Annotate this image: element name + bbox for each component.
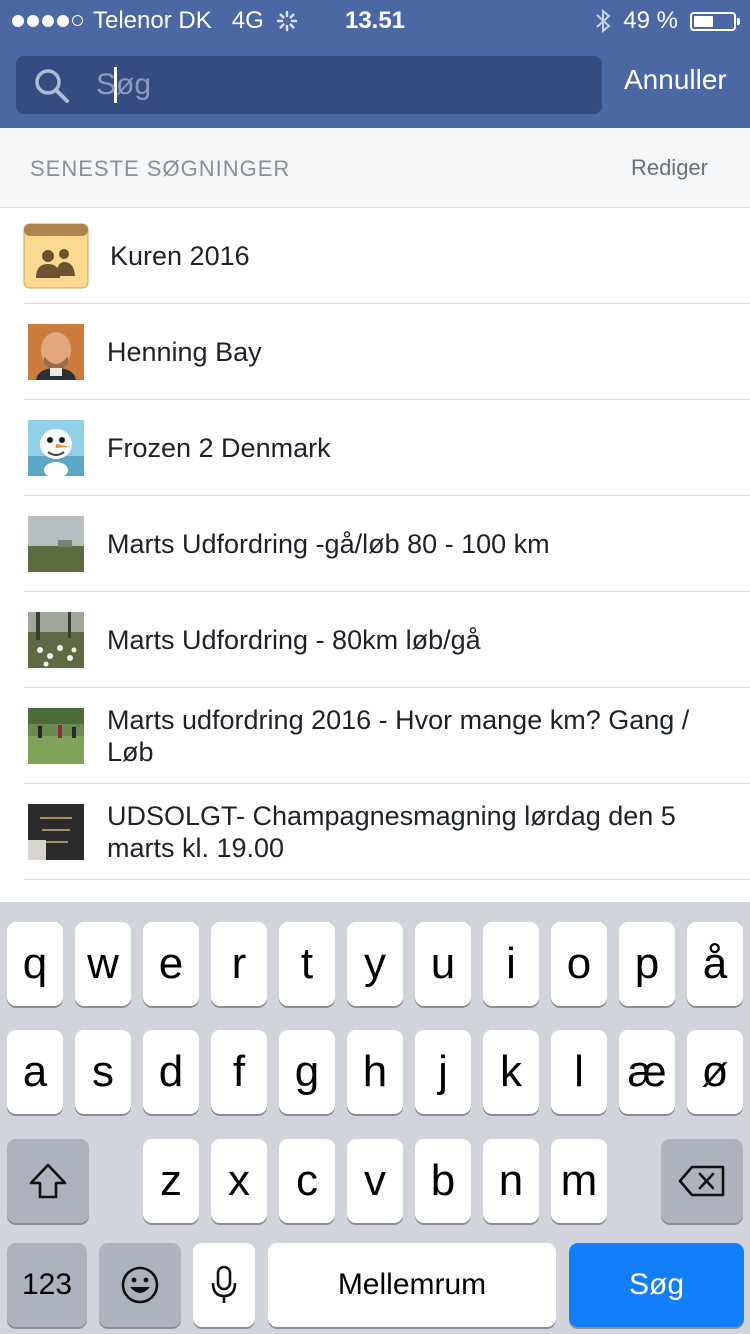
champagne-photo bbox=[28, 804, 84, 860]
key-k[interactable]: k bbox=[483, 1030, 539, 1114]
backspace-icon bbox=[678, 1165, 725, 1197]
item-label: Henning Bay bbox=[107, 337, 262, 367]
edit-button[interactable]: Rediger bbox=[631, 155, 708, 181]
cancel-button[interactable]: Annuller bbox=[624, 64, 727, 96]
list-item[interactable]: Marts udfordring 2016 - Hvor mange km? G… bbox=[0, 688, 750, 784]
profile-photo bbox=[28, 324, 84, 380]
list-item[interactable]: UDSOLGT- Champagnesmagning lørdag den 5 … bbox=[0, 784, 750, 880]
group-icon bbox=[22, 222, 90, 290]
divider bbox=[24, 879, 750, 880]
key-d[interactable]: d bbox=[143, 1030, 199, 1114]
key-p[interactable]: p bbox=[619, 922, 675, 1006]
field-photo bbox=[28, 516, 84, 572]
item-label: Kuren 2016 bbox=[110, 241, 250, 271]
recent-searches-header: SENESTE SØGNINGER Rediger bbox=[0, 128, 750, 208]
recent-searches-list: Kuren 2016 Henning Bay Frozen 2 Denmark … bbox=[0, 208, 750, 880]
key-m[interactable]: m bbox=[551, 1139, 607, 1223]
key-q[interactable]: q bbox=[7, 922, 63, 1006]
key-f[interactable]: f bbox=[211, 1030, 267, 1114]
key-j[interactable]: j bbox=[415, 1030, 471, 1114]
space-key[interactable]: Mellemrum bbox=[268, 1243, 556, 1327]
dictation-key[interactable] bbox=[193, 1243, 255, 1327]
keyboard: qwertyuiopå asdfghjklæø zxcvbnm 123 Mell… bbox=[0, 902, 750, 1334]
list-item[interactable]: Marts Udfordring - 80km løb/gå bbox=[0, 592, 750, 688]
key-i[interactable]: i bbox=[483, 922, 539, 1006]
status-bar: Telenor DK 4G 13.51 49 % bbox=[0, 0, 750, 42]
key-å[interactable]: å bbox=[687, 922, 743, 1006]
list-item[interactable]: Henning Bay bbox=[0, 304, 750, 400]
key-g[interactable]: g bbox=[279, 1030, 335, 1114]
microphone-icon bbox=[211, 1265, 237, 1303]
item-label: Frozen 2 Denmark bbox=[107, 433, 331, 463]
shift-icon bbox=[29, 1163, 67, 1199]
backspace-key[interactable] bbox=[661, 1139, 743, 1223]
battery-icon bbox=[690, 11, 740, 31]
key-n[interactable]: n bbox=[483, 1139, 539, 1223]
key-ø[interactable]: ø bbox=[687, 1030, 743, 1114]
key-v[interactable]: v bbox=[347, 1139, 403, 1223]
item-label: Marts udfordring 2016 - Hvor mange km? G… bbox=[107, 705, 690, 767]
shift-key[interactable] bbox=[7, 1139, 89, 1223]
bluetooth-icon bbox=[596, 8, 611, 34]
item-label: UDSOLGT- Champagnesmagning lørdag den 5 … bbox=[107, 801, 676, 863]
key-c[interactable]: c bbox=[279, 1139, 335, 1223]
key-æ[interactable]: æ bbox=[619, 1030, 675, 1114]
search-icon bbox=[35, 69, 69, 103]
list-item[interactable]: Marts Udfordring -gå/løb 80 - 100 km bbox=[0, 496, 750, 592]
item-label: Marts Udfordring -gå/løb 80 - 100 km bbox=[107, 529, 550, 559]
runners-photo bbox=[28, 708, 84, 764]
search-input[interactable] bbox=[96, 64, 586, 106]
key-r[interactable]: r bbox=[211, 922, 267, 1006]
key-w[interactable]: w bbox=[75, 922, 131, 1006]
key-o[interactable]: o bbox=[551, 922, 607, 1006]
list-item[interactable]: Frozen 2 Denmark bbox=[0, 400, 750, 496]
key-s[interactable]: s bbox=[75, 1030, 131, 1114]
key-u[interactable]: u bbox=[415, 922, 471, 1006]
key-y[interactable]: y bbox=[347, 922, 403, 1006]
item-label: Marts Udfordring - 80km løb/gå bbox=[107, 625, 481, 655]
key-b[interactable]: b bbox=[415, 1139, 471, 1223]
key-l[interactable]: l bbox=[551, 1030, 607, 1114]
search-field[interactable] bbox=[16, 56, 602, 114]
emoji-icon bbox=[121, 1266, 159, 1304]
top-bar: Telenor DK 4G 13.51 49 % Søg Annuller bbox=[0, 0, 750, 128]
emoji-key[interactable] bbox=[99, 1243, 181, 1327]
list-item[interactable]: Kuren 2016 bbox=[0, 208, 750, 304]
snowman-photo bbox=[28, 420, 84, 476]
search-key[interactable]: Søg bbox=[569, 1243, 744, 1327]
key-h[interactable]: h bbox=[347, 1030, 403, 1114]
key-e[interactable]: e bbox=[143, 922, 199, 1006]
numbers-key[interactable]: 123 bbox=[7, 1243, 87, 1327]
key-t[interactable]: t bbox=[279, 922, 335, 1006]
key-a[interactable]: a bbox=[7, 1030, 63, 1114]
key-z[interactable]: z bbox=[143, 1139, 199, 1223]
flowers-photo bbox=[28, 612, 84, 668]
battery-percent: 49 % bbox=[623, 7, 678, 34]
section-title: SENESTE SØGNINGER bbox=[30, 156, 291, 181]
key-x[interactable]: x bbox=[211, 1139, 267, 1223]
